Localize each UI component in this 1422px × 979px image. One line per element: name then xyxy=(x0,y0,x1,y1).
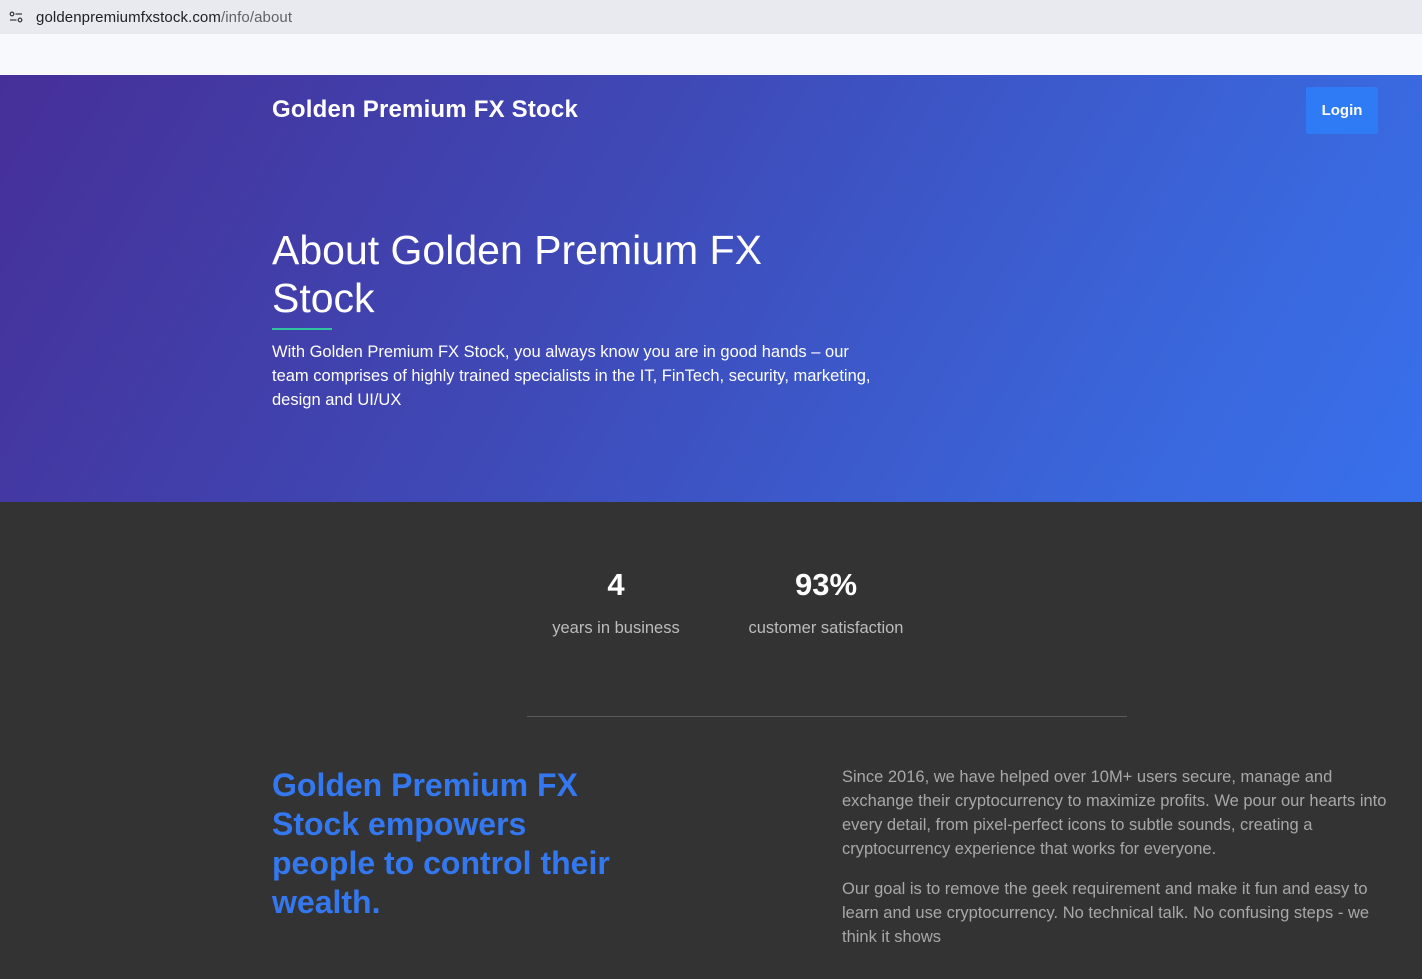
hero-description: With Golden Premium FX Stock, you always… xyxy=(272,343,871,409)
about-paragraph: Since 2016, we have helped over 10M+ use… xyxy=(842,768,1387,858)
stat-value: 4 xyxy=(607,567,625,602)
site-brand[interactable]: Golden Premium FX Stock xyxy=(272,96,578,124)
page-title: About Golden Premium FX Stock xyxy=(272,227,762,321)
login-button[interactable]: Login xyxy=(1306,87,1378,134)
stat-satisfaction: 93% customer satisfaction xyxy=(736,567,916,638)
url-domain: goldenpremiumfxstock.com xyxy=(36,8,221,26)
browser-toolbar-gap xyxy=(0,34,1422,75)
section-divider xyxy=(527,716,1127,717)
tune-icon[interactable] xyxy=(8,9,24,25)
stat-label: years in business xyxy=(552,619,680,637)
about-tagline: Golden Premium FX Stock empowers people … xyxy=(272,767,610,920)
address-bar[interactable]: goldenpremiumfxstock.com/info/about xyxy=(0,0,1422,34)
stat-label: customer satisfaction xyxy=(748,619,904,637)
title-underline xyxy=(272,328,332,330)
url-text[interactable]: goldenpremiumfxstock.com/info/about xyxy=(36,9,292,26)
stat-years: 4 years in business xyxy=(540,567,692,638)
stat-value: 93% xyxy=(794,567,858,602)
about-paragraph: Our goal is to remove the geek requireme… xyxy=(842,880,1370,946)
url-path: /info/about xyxy=(220,8,293,26)
